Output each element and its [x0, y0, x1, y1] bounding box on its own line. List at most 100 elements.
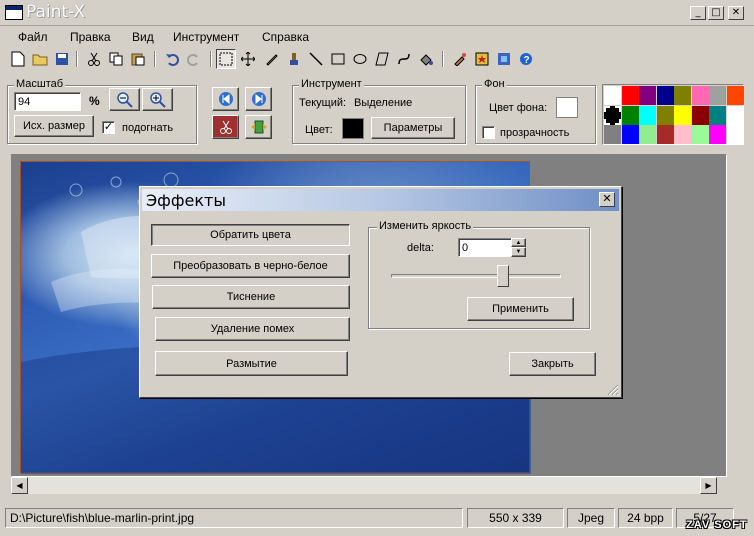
- pencil-tool-icon[interactable]: [262, 49, 282, 69]
- original-size-button[interactable]: Исх. размер: [14, 115, 94, 137]
- tool-color-label: Цвет:: [305, 124, 333, 136]
- denoise-button[interactable]: Удаление помех: [155, 317, 350, 341]
- help-icon[interactable]: ?: [516, 49, 536, 69]
- status-bpp: 24 bpp: [618, 508, 673, 528]
- dialog-close-icon[interactable]: ✕: [599, 192, 615, 207]
- flip-button[interactable]: [245, 115, 272, 139]
- ellipse-tool-icon[interactable]: [350, 49, 370, 69]
- grayscale-button[interactable]: Преобразовать в черно-белое: [151, 254, 350, 278]
- delta-input[interactable]: [458, 238, 514, 257]
- palette-swatch[interactable]: [639, 86, 656, 105]
- zoom-out-button[interactable]: [109, 88, 140, 111]
- palette-swatch[interactable]: [726, 86, 744, 105]
- palette-swatch[interactable]: [621, 105, 639, 125]
- curve-tool-icon[interactable]: [394, 49, 414, 69]
- palette-swatch[interactable]: [691, 86, 709, 105]
- apply-button[interactable]: Применить: [467, 297, 574, 321]
- minimize-button[interactable]: _: [690, 6, 706, 20]
- horizontal-scrollbar[interactable]: [11, 477, 717, 494]
- delta-spinner[interactable]: ▲ ▼: [511, 238, 526, 257]
- maximize-button[interactable]: □: [708, 6, 724, 20]
- undo-icon[interactable]: [162, 49, 182, 69]
- palette-swatch[interactable]: [691, 125, 709, 144]
- brush-tool-icon[interactable]: [284, 49, 304, 69]
- effects-icon[interactable]: [472, 49, 492, 69]
- effects-dialog: Эффекты ✕ Обратить цвета Преобразовать в…: [139, 186, 622, 398]
- vertical-scrollbar[interactable]: [726, 155, 727, 476]
- tool-color-swatch[interactable]: [342, 118, 364, 139]
- previous-image-button[interactable]: [212, 87, 239, 111]
- copy-icon[interactable]: [106, 49, 126, 69]
- previous-icon: [218, 92, 233, 106]
- next-image-button[interactable]: [245, 87, 272, 111]
- fit-checkbox[interactable]: ✓: [102, 121, 115, 134]
- zoom-in-button[interactable]: [142, 88, 173, 111]
- line-tool-icon[interactable]: [306, 49, 326, 69]
- palette-swatch[interactable]: [604, 125, 621, 144]
- zoom-input[interactable]: [14, 92, 81, 111]
- paste-icon[interactable]: [128, 49, 148, 69]
- palette-swatch[interactable]: [639, 125, 656, 144]
- selection-tool-icon[interactable]: [216, 49, 236, 69]
- status-format: Jpeg: [567, 508, 615, 528]
- palette-swatch[interactable]: [674, 125, 691, 144]
- menu-tool[interactable]: Инструмент: [173, 30, 239, 44]
- transparency-checkbox[interactable]: [482, 126, 495, 139]
- emboss-button[interactable]: Тиснение: [152, 285, 350, 309]
- dialog-close-button[interactable]: Закрыть: [509, 352, 596, 376]
- palette-swatch[interactable]: [674, 86, 691, 105]
- dialog-title-bar: Эффекты ✕: [142, 189, 619, 211]
- close-window-button[interactable]: ✕: [728, 6, 744, 20]
- flip-icon: [250, 120, 267, 134]
- palette-swatch[interactable]: [726, 105, 744, 125]
- palette-swatch[interactable]: [674, 105, 691, 125]
- palette-swatch[interactable]: [639, 105, 656, 125]
- menu-view[interactable]: Вид: [132, 30, 154, 44]
- palette-swatch[interactable]: [709, 105, 726, 125]
- menu-file[interactable]: Файл: [18, 30, 48, 44]
- palette-swatch[interactable]: [656, 86, 674, 105]
- eyedropper-tool-icon[interactable]: [450, 49, 470, 69]
- rectangle-tool-icon[interactable]: [328, 49, 348, 69]
- redo-icon[interactable]: [184, 49, 204, 69]
- new-file-icon[interactable]: [8, 49, 28, 69]
- menu-edit[interactable]: Правка: [70, 30, 111, 44]
- palette-swatch[interactable]: [604, 86, 621, 105]
- palette-swatch[interactable]: [604, 105, 621, 125]
- palette-swatch[interactable]: [726, 125, 744, 144]
- brightness-slider-track[interactable]: [391, 274, 561, 278]
- palette-swatch[interactable]: [621, 86, 639, 105]
- move-tool-icon[interactable]: [238, 49, 258, 69]
- palette-swatch[interactable]: [656, 125, 674, 144]
- scissors-icon: [219, 120, 232, 134]
- scroll-up-button[interactable]: ▲: [726, 155, 727, 172]
- status-file-path: D:\Picture\fish\blue-marlin-print.jpg: [5, 508, 463, 528]
- crop-button[interactable]: [212, 115, 239, 139]
- blur-button[interactable]: Размытие: [155, 351, 348, 376]
- menu-help[interactable]: Справка: [262, 30, 309, 44]
- resize-icon[interactable]: [494, 49, 514, 69]
- save-icon[interactable]: [52, 49, 72, 69]
- palette-swatch[interactable]: [709, 125, 726, 144]
- cut-icon[interactable]: [84, 49, 104, 69]
- scroll-left-button[interactable]: ◀: [11, 477, 28, 494]
- palette-swatch[interactable]: [691, 105, 709, 125]
- polygon-tool-icon[interactable]: [372, 49, 392, 69]
- resize-grip-icon[interactable]: [605, 382, 619, 396]
- scroll-down-button[interactable]: ▼: [726, 459, 727, 476]
- zoom-group-label: Масштаб: [14, 78, 66, 90]
- fill-tool-icon[interactable]: [416, 49, 436, 69]
- open-folder-icon[interactable]: [30, 49, 50, 69]
- background-color-swatch[interactable]: [556, 97, 578, 118]
- parameters-button[interactable]: Параметры: [371, 117, 455, 139]
- spin-down-icon[interactable]: ▼: [511, 247, 526, 257]
- tool-group-label: Инструмент: [299, 78, 364, 90]
- invert-colors-button[interactable]: Обратить цвета: [151, 224, 350, 246]
- palette-swatch[interactable]: [709, 86, 726, 105]
- palette-swatch[interactable]: [656, 105, 674, 125]
- status-dimensions: 550 x 339: [467, 508, 564, 528]
- brightness-slider-thumb[interactable]: [497, 265, 509, 287]
- palette-swatch[interactable]: [621, 125, 639, 144]
- spin-up-icon[interactable]: ▲: [511, 238, 526, 247]
- scroll-right-button[interactable]: ▶: [700, 477, 717, 494]
